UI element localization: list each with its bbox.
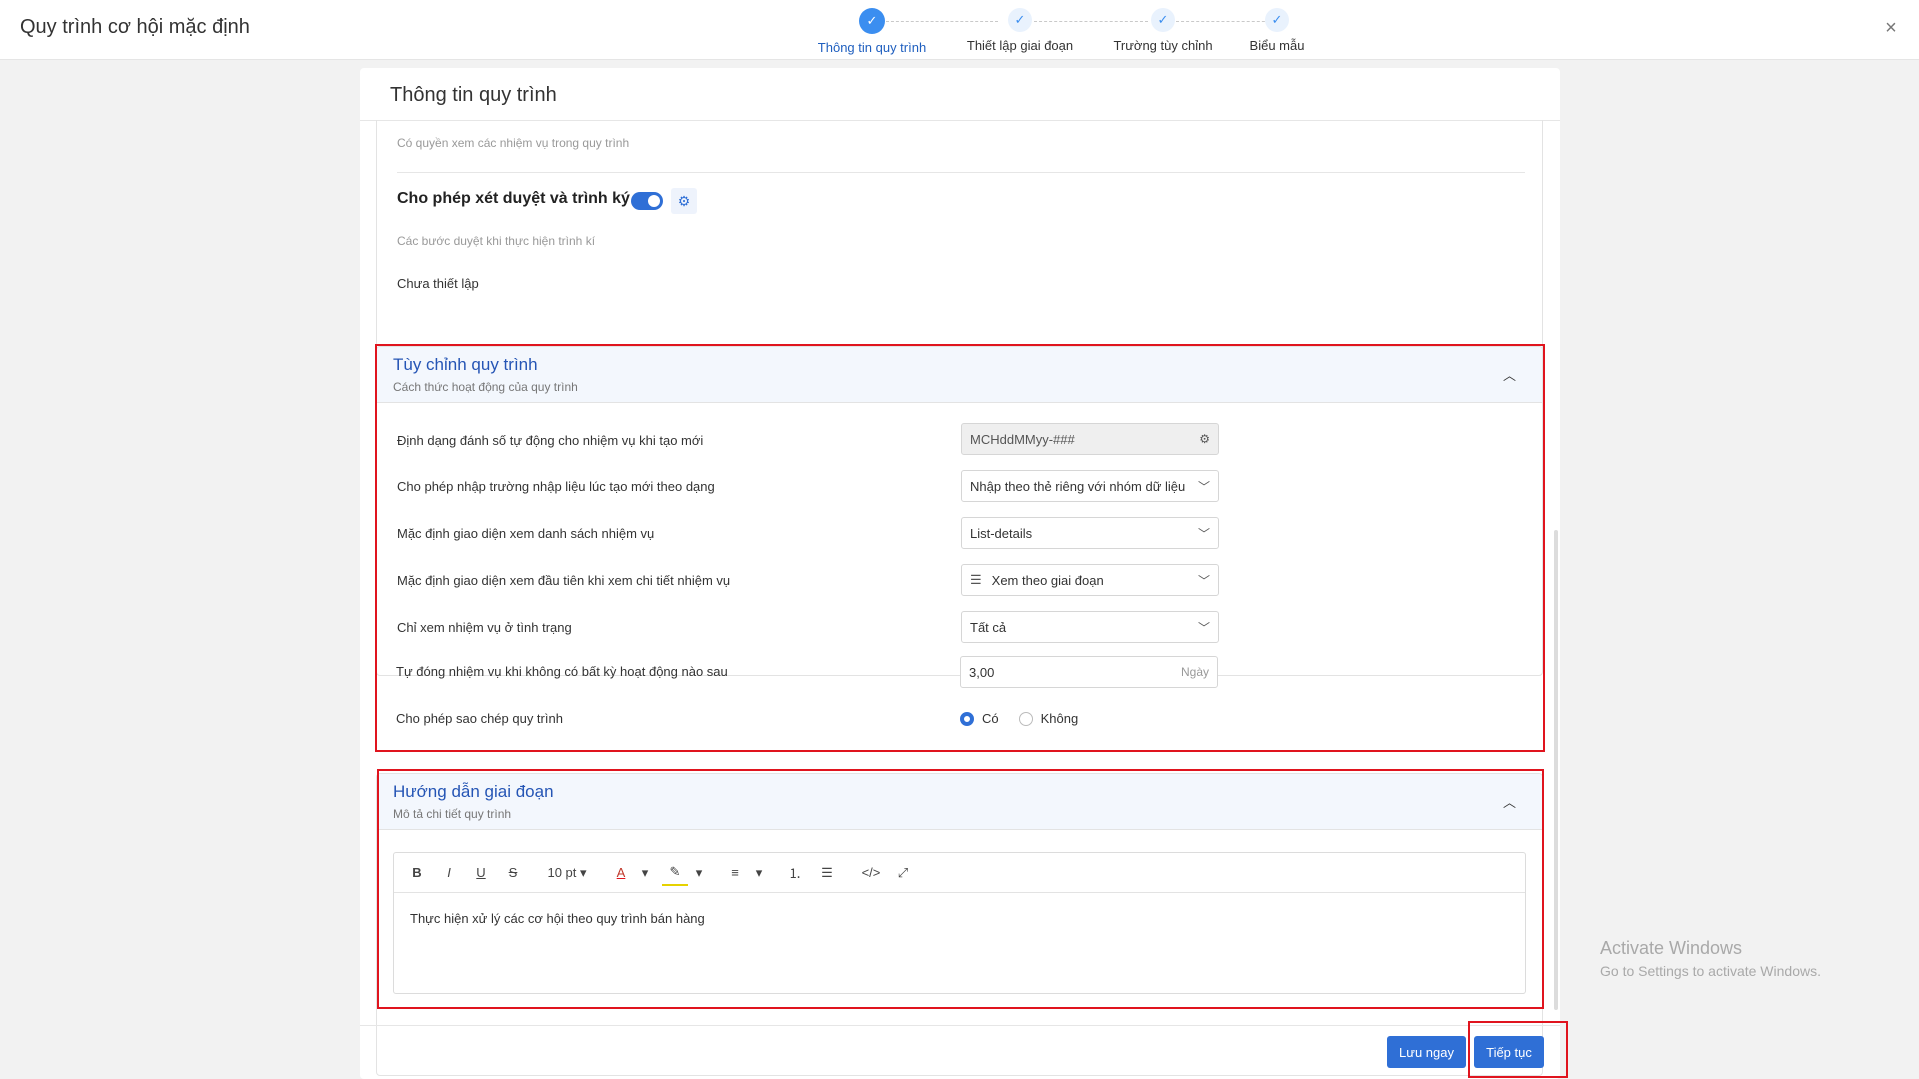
stage-guide-section: Hướng dẫn giai đoạn Mô tả chi tiết quy t…: [376, 773, 1543, 1076]
chevron-down-icon: ﹀: [1197, 526, 1210, 541]
save-now-button[interactable]: Lưu ngay: [1387, 1036, 1466, 1068]
editor-content[interactable]: Thực hiện xử lý các cơ hội theo quy trìn…: [394, 893, 1525, 944]
custom-process-section: Tùy chỉnh quy trình Cách thức hoạt động …: [376, 346, 1543, 676]
scrollbar[interactable]: [1554, 530, 1558, 1010]
gear-icon: ⚙: [677, 192, 691, 209]
section-title: Tùy chỉnh quy trình: [393, 355, 538, 374]
underline-button[interactable]: U: [468, 860, 494, 886]
windows-activation-watermark: Activate Windows Go to Settings to activ…: [1600, 938, 1821, 979]
check-icon: ✓: [1151, 8, 1175, 32]
step-label: Thông tin quy trình: [817, 40, 927, 55]
section-title: Hướng dẫn giai đoạn: [393, 782, 554, 801]
chevron-down-icon: ﹀: [1197, 573, 1210, 588]
numbering-value: MCHddMMyy-###: [970, 431, 1075, 447]
section-header[interactable]: Hướng dẫn giai đoạn Mô tả chi tiết quy t…: [377, 774, 1542, 830]
code-view-icon[interactable]: </>: [858, 860, 884, 886]
continue-button[interactable]: Tiếp tục: [1474, 1036, 1544, 1068]
font-size-value: 10 pt: [547, 865, 577, 880]
list-icon: ☰: [970, 572, 982, 587]
check-icon: ✓: [1265, 8, 1289, 32]
italic-button[interactable]: I: [436, 860, 462, 886]
bold-button[interactable]: B: [404, 860, 430, 886]
check-icon: ✓: [1008, 8, 1032, 32]
radio-label-co: Có: [982, 711, 999, 726]
section-subtitle: Cách thức hoạt động của quy trình: [393, 380, 578, 394]
chevron-down-icon: ﹀: [1197, 620, 1210, 635]
status-filter-label: Chỉ xem nhiệm vụ ở tình trạng: [397, 620, 572, 635]
step-label: Biểu mẫu: [1249, 38, 1305, 53]
auto-close-input[interactable]: 3,00 Ngày: [960, 656, 1218, 688]
section-subtitle: Mô tả chi tiết quy trình: [393, 807, 512, 821]
approval-settings-button[interactable]: ⚙: [671, 188, 697, 214]
approval-heading: Cho phép xét duyệt và trình ký: [397, 190, 630, 207]
radio-label-khong: Không: [1040, 711, 1079, 726]
watermark-line2: Go to Settings to activate Windows.: [1600, 963, 1821, 979]
status-filter-select[interactable]: Tất cả ﹀: [961, 611, 1219, 643]
input-mode-value: Nhập theo thẻ riêng với nhóm dữ liệu: [970, 478, 1186, 494]
font-color-button[interactable]: A: [608, 860, 634, 886]
input-mode-label: Cho phép nhập trường nhập liệu lúc tạo m…: [397, 479, 715, 494]
chevron-down-icon[interactable]: ▾: [694, 860, 704, 886]
approval-status: Chưa thiết lập: [397, 276, 479, 291]
chevron-up-icon[interactable]: ︿: [1503, 792, 1516, 811]
radio-khong[interactable]: [1018, 711, 1033, 726]
bullet-list-icon[interactable]: ☰: [814, 860, 840, 886]
approval-hint: Các bước duyệt khi thực hiện trình kí: [397, 234, 596, 248]
step-label: Trường tùy chỉnh: [1113, 38, 1213, 53]
editor-toolbar: B I U S 10 pt ▾ A ▾ ✎ ▾ ≡ ▾ ⒈ ☰ </> ⤢: [394, 853, 1525, 893]
main-panel: Thông tin quy trình Có quyền xem các nhi…: [360, 68, 1560, 1079]
status-filter-value: Tất cả: [970, 619, 1007, 635]
divider: [397, 172, 1525, 173]
detail-view-label: Mặc định giao diện xem đầu tiên khi xem …: [397, 573, 731, 588]
allow-copy-label: Cho phép sao chép quy trình: [396, 711, 563, 726]
font-size-select[interactable]: 10 pt ▾: [544, 860, 590, 886]
chevron-down-icon[interactable]: ▾: [754, 860, 764, 886]
numbering-format-field[interactable]: MCHddMMyy-### ⚙: [961, 423, 1219, 455]
watermark-line1: Activate Windows: [1600, 938, 1743, 958]
close-button[interactable]: ×: [1879, 16, 1903, 40]
chevron-down-icon[interactable]: ▾: [640, 860, 650, 886]
list-view-label: Mặc định giao diện xem danh sách nhiệm v…: [397, 526, 655, 541]
radio-co[interactable]: [960, 711, 974, 726]
rich-text-editor: B I U S 10 pt ▾ A ▾ ✎ ▾ ≡ ▾ ⒈ ☰ </> ⤢ Th…: [393, 852, 1526, 994]
toggle-knob: [648, 195, 660, 207]
step-thiet-lap-giai-doan[interactable]: ✓ Thiết lập giai đoạn: [960, 8, 1080, 53]
approval-toggle[interactable]: [631, 192, 663, 210]
allow-copy-radio-group: Có Không: [960, 711, 1098, 726]
step-truong-tuy-chinh[interactable]: ✓ Trường tùy chỉnh: [1103, 8, 1223, 53]
check-icon: ✓: [859, 8, 885, 34]
auto-close-unit: Ngày: [1180, 665, 1209, 679]
numbering-label: Định dạng đánh số tự động cho nhiệm vụ k…: [397, 433, 704, 448]
input-mode-select[interactable]: Nhập theo thẻ riêng với nhóm dữ liệu ﹀: [961, 470, 1219, 502]
fullscreen-icon[interactable]: ⤢: [890, 860, 916, 886]
chevron-up-icon[interactable]: ︿: [1503, 365, 1516, 384]
close-icon: ×: [1885, 17, 1897, 39]
highlight-color-icon[interactable]: ✎: [662, 860, 688, 886]
ordered-list-icon[interactable]: ⒈: [782, 860, 808, 886]
detail-view-value: Xem theo giai đoạn: [991, 572, 1104, 588]
step-label: Thiết lập giai đoạn: [966, 38, 1074, 53]
wizard-stepper: ✓ Thông tin quy trình ✓ Thiết lập giai đ…: [0, 8, 1919, 58]
gear-icon[interactable]: ⚙: [1199, 432, 1210, 446]
auto-close-label: Tự đóng nhiệm vụ khi không có bất kỳ hoạ…: [396, 664, 728, 679]
view-permission-hint: Có quyền xem các nhiệm vụ trong quy trìn…: [397, 136, 630, 150]
chevron-down-icon: ﹀: [1197, 479, 1210, 494]
footer-divider: [360, 1025, 1560, 1026]
list-view-select[interactable]: List-details ﹀: [961, 517, 1219, 549]
step-bieu-mau[interactable]: ✓ Biểu mẫu: [1237, 8, 1317, 53]
top-header: Quy trình cơ hội mặc định ✓ Thông tin qu…: [0, 0, 1919, 60]
auto-close-value: 3,00: [969, 664, 995, 680]
panel-title: Thông tin quy trình: [390, 84, 557, 106]
detail-view-select[interactable]: ☰ Xem theo giai đoạn ﹀: [961, 564, 1219, 596]
align-icon[interactable]: ≡: [722, 860, 748, 886]
step-thong-tin-quy-trinh[interactable]: ✓ Thông tin quy trình: [812, 8, 932, 55]
section-header[interactable]: Tùy chỉnh quy trình Cách thức hoạt động …: [377, 347, 1542, 403]
list-view-value: List-details: [970, 525, 1033, 541]
strikethrough-button[interactable]: S: [500, 860, 526, 886]
